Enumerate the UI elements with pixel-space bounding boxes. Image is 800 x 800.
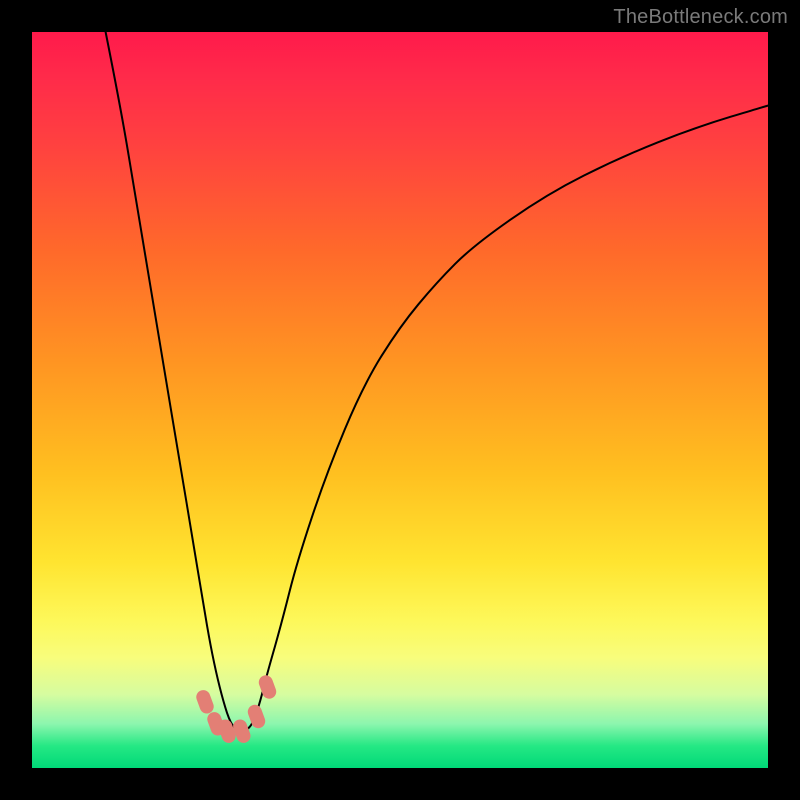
curve-marker (257, 673, 278, 700)
plot-area (32, 32, 768, 768)
curve-markers (194, 673, 278, 745)
curve-svg (32, 32, 768, 768)
curve-marker (194, 688, 215, 715)
chart-frame: TheBottleneck.com (0, 0, 800, 800)
watermark-text: TheBottleneck.com (613, 6, 788, 29)
curve-marker (246, 703, 267, 730)
bottleneck-curve (106, 32, 768, 731)
